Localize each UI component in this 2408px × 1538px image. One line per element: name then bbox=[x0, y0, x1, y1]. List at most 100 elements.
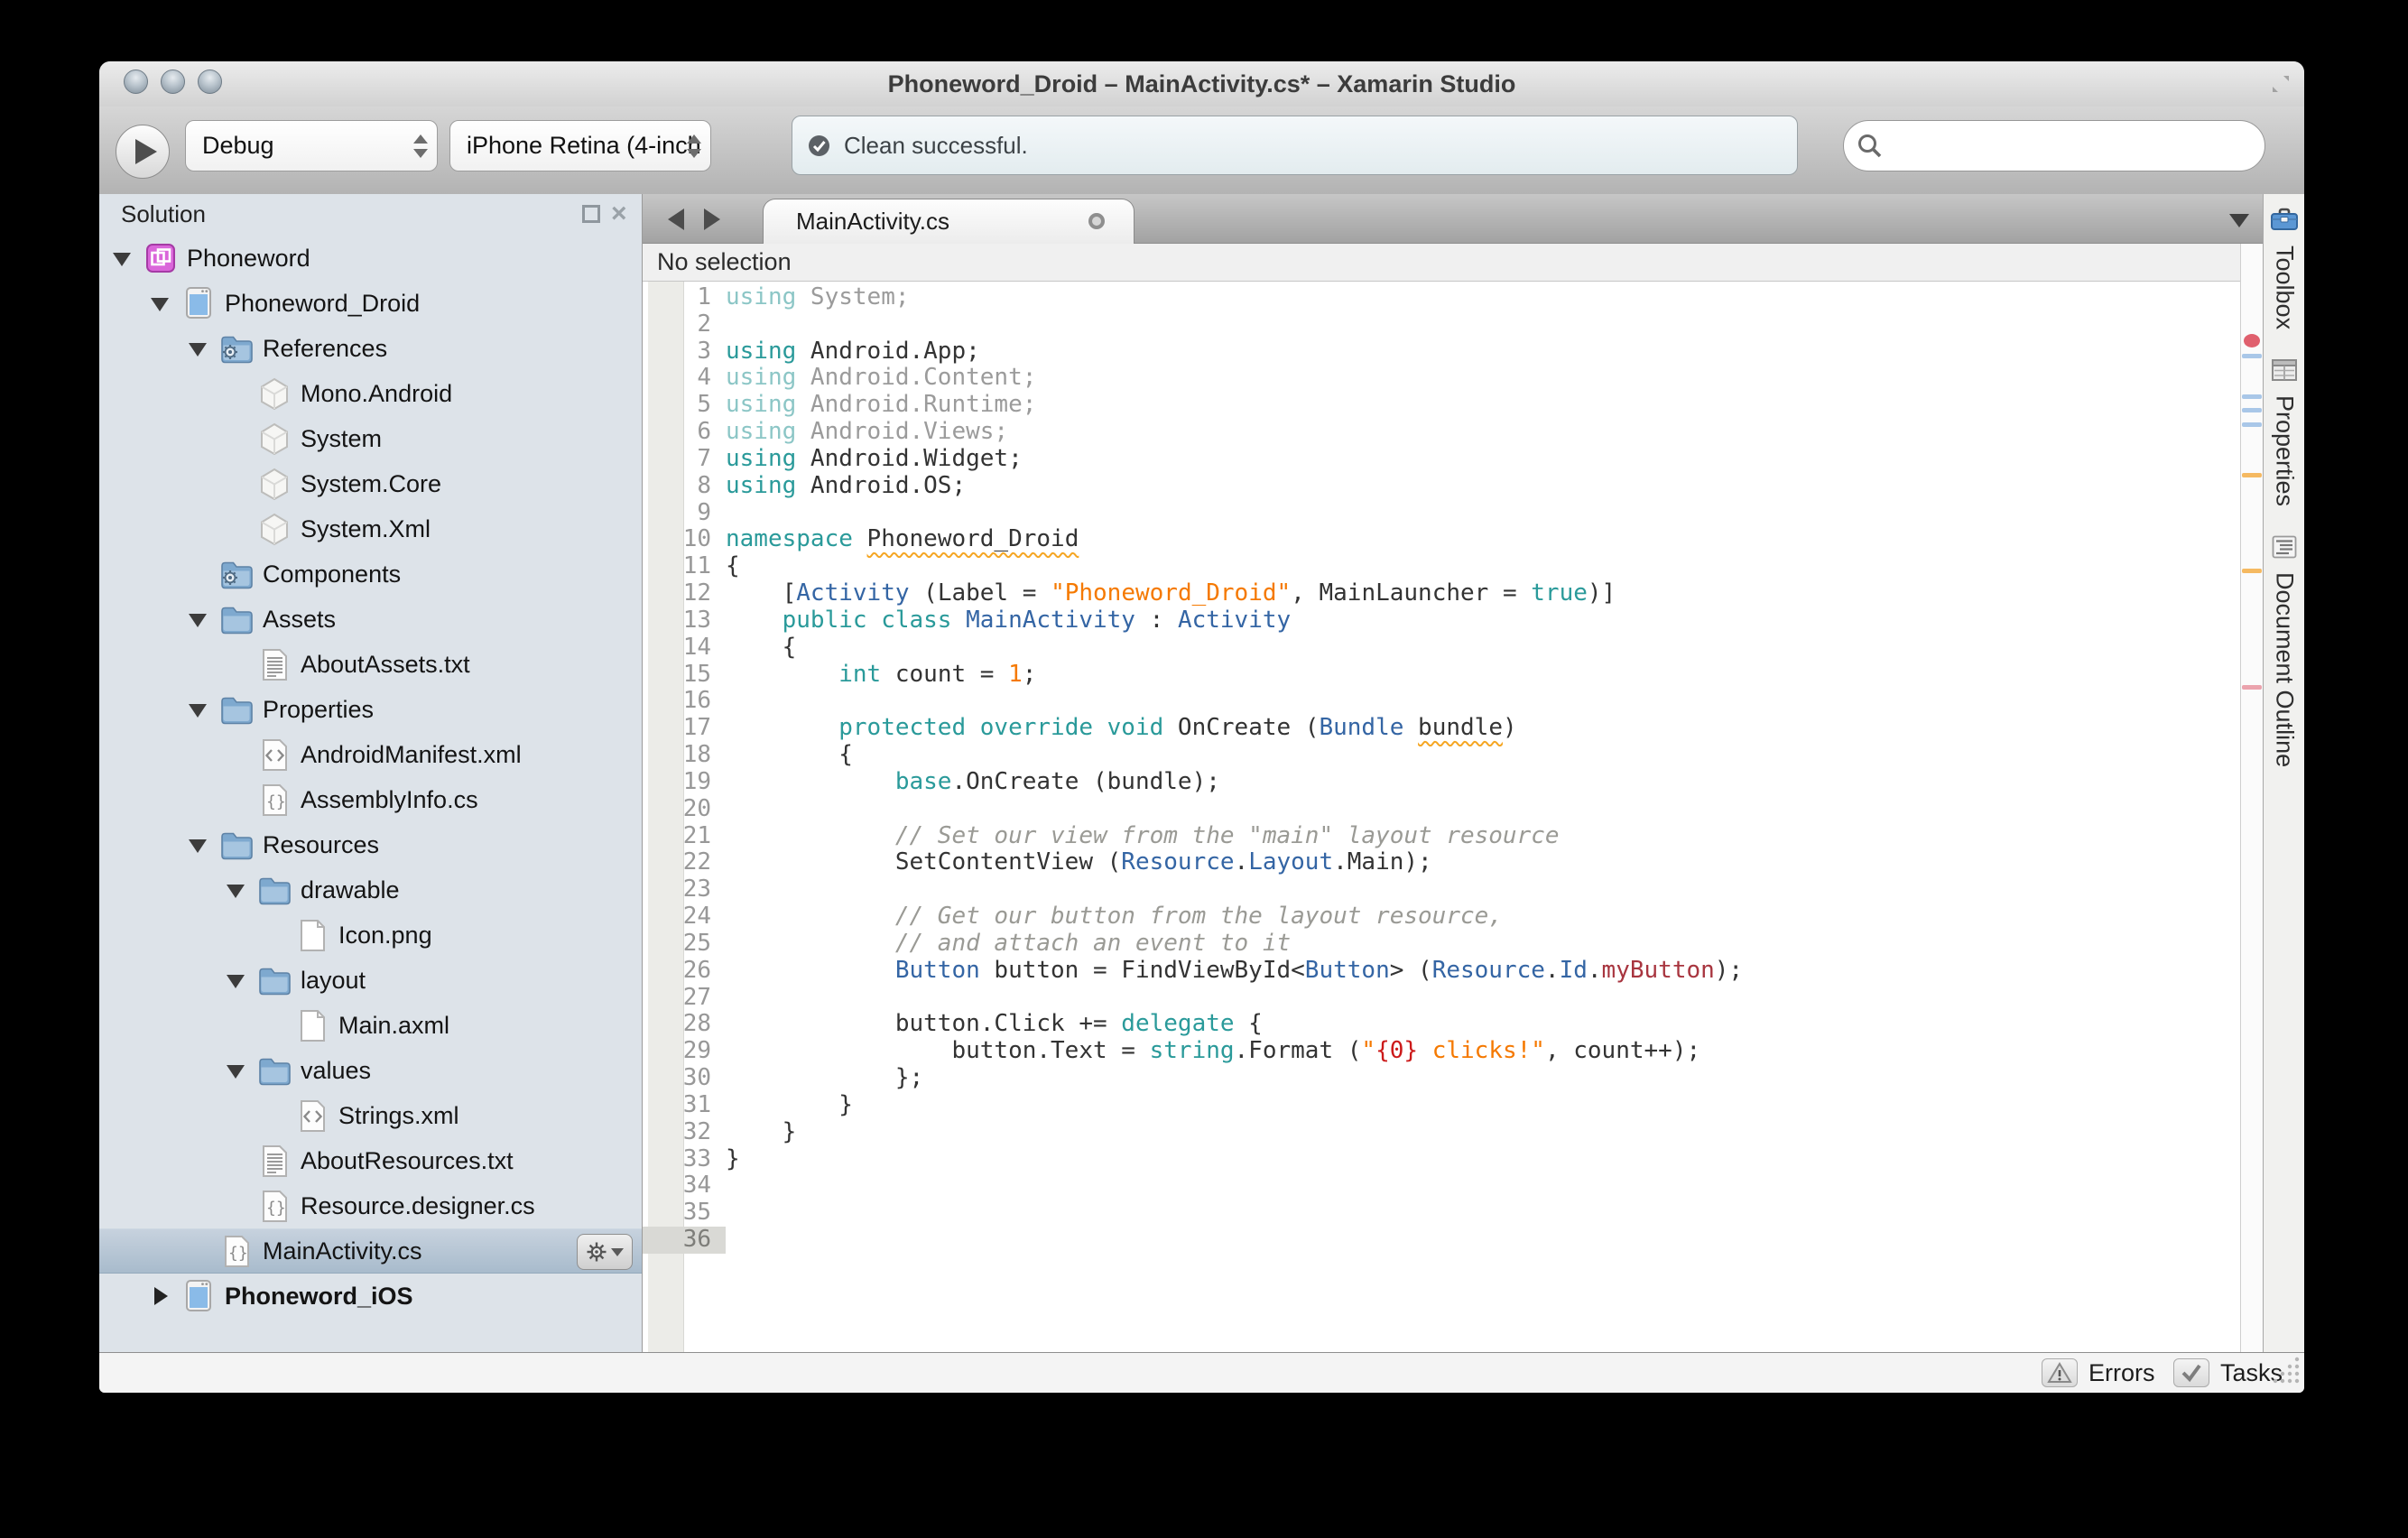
breadcrumb[interactable]: No selection bbox=[643, 244, 2240, 282]
expander-spacer bbox=[222, 512, 256, 546]
folder-icon bbox=[256, 872, 292, 908]
tree-item-system-xml[interactable]: System.Xml bbox=[99, 506, 642, 551]
collapse-arrow-icon[interactable] bbox=[184, 331, 218, 366]
xamarin-studio-window: Phoneword_Droid – MainActivity.cs* – Xam… bbox=[99, 61, 2304, 1393]
collapse-arrow-icon[interactable] bbox=[146, 286, 181, 320]
collapse-arrow-icon[interactable] bbox=[184, 602, 218, 636]
tree-item-aboutresources-txt[interactable]: AboutResources.txt bbox=[99, 1138, 642, 1183]
run-button[interactable] bbox=[116, 125, 170, 179]
code-line: 6 using Android.Views; bbox=[643, 418, 2240, 446]
line-number: 30 bbox=[682, 1064, 711, 1092]
document-tab-strip: MainActivity.cs bbox=[643, 194, 2263, 244]
code-line: 21 // Set our view from the "main" layou… bbox=[643, 822, 2240, 850]
configuration-select[interactable]: Debug bbox=[185, 120, 438, 171]
tab-overflow-icon[interactable] bbox=[2229, 214, 2249, 227]
dock-tab-document-outline[interactable]: Document Outline bbox=[2264, 535, 2304, 767]
code-editor[interactable]: 1 using System; 2 3 using Android.App; 4 using… bbox=[643, 282, 2240, 1352]
tree-item-resources[interactable]: Resources bbox=[99, 822, 642, 867]
tree-item-system[interactable]: System bbox=[99, 416, 642, 461]
dock-tab-toolbox[interactable]: Toolbox bbox=[2264, 207, 2304, 329]
dock-tab-label: Properties bbox=[2271, 395, 2299, 507]
expander-spacer bbox=[222, 1144, 256, 1178]
overview-ruler[interactable] bbox=[2240, 244, 2263, 1352]
device-select[interactable]: iPhone Retina (4-inch bbox=[449, 120, 711, 171]
tree-item-values[interactable]: values bbox=[99, 1048, 642, 1093]
tree-item-phoneword-droid[interactable]: Phoneword_Droid bbox=[99, 281, 642, 326]
tree-item-label: AndroidManifest.xml bbox=[301, 740, 522, 768]
title-bar[interactable]: Phoneword_Droid – MainActivity.cs* – Xam… bbox=[99, 61, 2304, 107]
code-line: 14 { bbox=[643, 633, 2240, 662]
line-number: 18 bbox=[682, 741, 711, 769]
collapse-arrow-icon[interactable] bbox=[222, 1053, 256, 1088]
code-line: 15 int count = 1; bbox=[643, 661, 2240, 689]
tree-item-mainactivity-cs[interactable]: {} MainActivity.cs bbox=[99, 1228, 642, 1274]
line-number: 27 bbox=[682, 983, 711, 1011]
tree-item-references[interactable]: References bbox=[99, 326, 642, 371]
tasks-button[interactable] bbox=[2173, 1358, 2209, 1387]
tree-item-drawable[interactable]: drawable bbox=[99, 867, 642, 913]
line-number: 23 bbox=[682, 876, 711, 903]
collapse-arrow-icon[interactable] bbox=[184, 828, 218, 862]
modified-dot-icon[interactable] bbox=[1088, 213, 1105, 229]
line-number: 14 bbox=[682, 633, 711, 661]
configuration-value: Debug bbox=[202, 132, 274, 159]
tree-item-main-axml[interactable]: Main.axml bbox=[99, 1003, 642, 1048]
fullscreen-icon[interactable] bbox=[2270, 73, 2292, 99]
navigate-forward-icon[interactable] bbox=[704, 208, 720, 230]
tree-item-label: Assets bbox=[263, 605, 337, 633]
line-number: 32 bbox=[682, 1117, 711, 1145]
line-number: 19 bbox=[682, 767, 711, 795]
tree-item-mono-android[interactable]: Mono.Android bbox=[99, 371, 642, 416]
tree-item-properties[interactable]: Properties bbox=[99, 687, 642, 732]
expand-arrow-icon[interactable] bbox=[146, 1279, 181, 1313]
line-number: 2 bbox=[697, 310, 711, 338]
package-icon bbox=[256, 466, 292, 502]
tree-item-assemblyinfo-cs[interactable]: {} AssemblyInfo.cs bbox=[99, 777, 642, 822]
references-folder-icon bbox=[218, 556, 255, 592]
resize-grip[interactable] bbox=[2270, 1354, 2301, 1389]
code-line: 20 bbox=[643, 795, 2240, 823]
collapse-arrow-icon[interactable] bbox=[184, 692, 218, 727]
code-line: 4 using Android.Content; bbox=[643, 365, 2240, 392]
close-pad-icon[interactable]: × bbox=[611, 200, 629, 227]
code-line: 34 bbox=[643, 1172, 2240, 1200]
tree-item-components[interactable]: Components bbox=[99, 551, 642, 597]
line-number: 13 bbox=[682, 606, 711, 634]
tree-item-resource-designer-cs[interactable]: {} Resource.designer.cs bbox=[99, 1183, 642, 1228]
tab-mainactivity[interactable]: MainActivity.cs bbox=[763, 199, 1135, 244]
tree-item-phoneword-ios[interactable]: Phoneword_iOS bbox=[99, 1274, 642, 1319]
code-line: 8 using Android.OS; bbox=[643, 472, 2240, 500]
tree-item-phoneword[interactable]: Phoneword bbox=[99, 236, 642, 281]
collapse-arrow-icon[interactable] bbox=[222, 873, 256, 907]
code-line: 13 public class MainActivity : Activity bbox=[643, 607, 2240, 635]
search-input[interactable] bbox=[1891, 125, 2246, 167]
dock-tab-properties[interactable]: Properties bbox=[2264, 358, 2304, 506]
auto-hide-icon[interactable] bbox=[582, 205, 600, 223]
main-toolbar: Debug iPhone Retina (4-inch Clean succes… bbox=[99, 107, 2304, 195]
expander-spacer bbox=[222, 1189, 256, 1223]
errors-button[interactable] bbox=[2042, 1358, 2078, 1387]
tree-item-assets[interactable]: Assets bbox=[99, 597, 642, 642]
ruler-marker bbox=[2244, 334, 2260, 347]
line-number: 24 bbox=[682, 903, 711, 931]
tree-item-androidmanifest-xml[interactable]: AndroidManifest.xml bbox=[99, 732, 642, 777]
item-options-gear-button[interactable] bbox=[577, 1234, 633, 1270]
code-line: 23 bbox=[643, 876, 2240, 903]
package-icon bbox=[256, 375, 292, 412]
tree-item-system-core[interactable]: System.Core bbox=[99, 461, 642, 506]
search-field[interactable] bbox=[1843, 120, 2265, 171]
line-number: 22 bbox=[682, 848, 711, 876]
tree-item-layout[interactable]: layout bbox=[99, 958, 642, 1003]
tree-item-icon-png[interactable]: Icon.png bbox=[99, 913, 642, 958]
tree-item-strings-xml[interactable]: Strings.xml bbox=[99, 1093, 642, 1138]
errors-label[interactable]: Errors bbox=[2088, 1353, 2155, 1393]
line-number: 4 bbox=[697, 364, 711, 392]
line-number: 12 bbox=[682, 579, 711, 607]
status-message: Clean successful. bbox=[844, 131, 1028, 159]
collapse-arrow-icon[interactable] bbox=[108, 241, 143, 275]
line-number: 29 bbox=[682, 1037, 711, 1065]
tree-item-aboutassets-txt[interactable]: AboutAssets.txt bbox=[99, 642, 642, 687]
collapse-arrow-icon[interactable] bbox=[222, 963, 256, 997]
code-line: 33} bbox=[643, 1145, 2240, 1173]
navigate-back-icon[interactable] bbox=[668, 208, 684, 230]
